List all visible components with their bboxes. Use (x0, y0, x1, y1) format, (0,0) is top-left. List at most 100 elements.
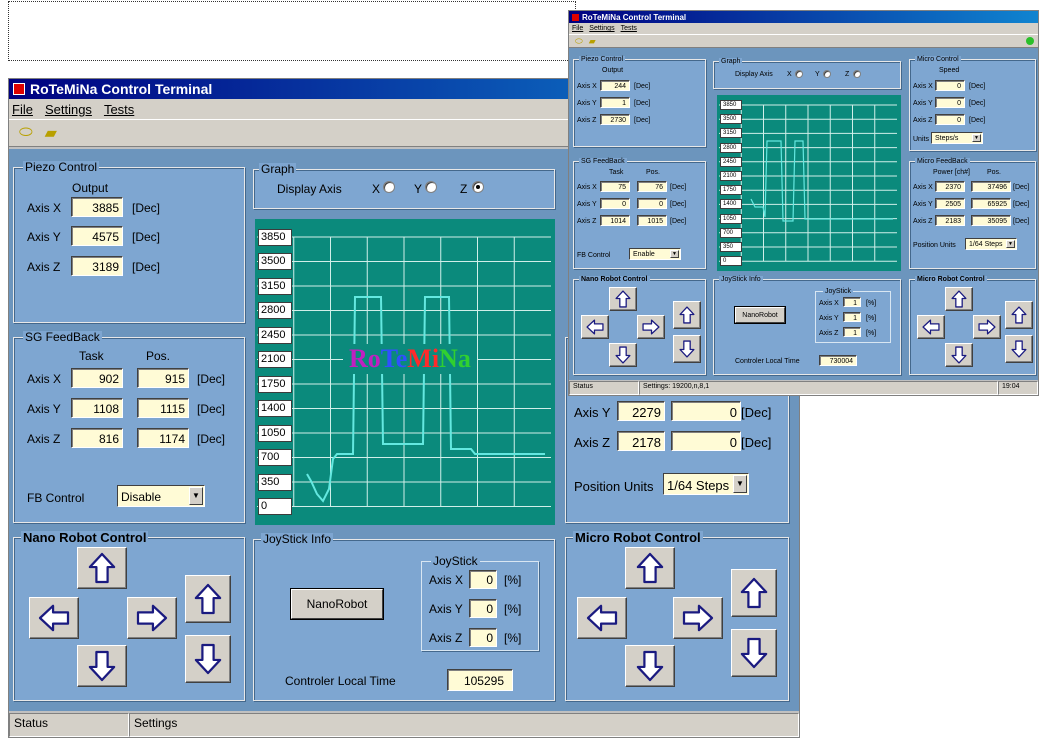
menu-settings[interactable]: Settings (45, 102, 92, 117)
mf-z-power[interactable]: 2178 (617, 431, 665, 451)
mini-mf-z-power[interactable]: 2183 (935, 215, 965, 226)
nano-z-up-button[interactable] (185, 575, 231, 623)
mini-fb-select[interactable]: Enable ▼ (629, 248, 681, 260)
mini-js-z[interactable]: 1 (843, 327, 861, 337)
chevron-down-icon[interactable]: ▼ (733, 475, 747, 493)
sg-x-task[interactable]: 902 (71, 368, 123, 388)
mini-micro-control-legend: Micro Control (915, 56, 961, 63)
mini-menu-settings[interactable]: Settings (589, 25, 614, 32)
mini-titlebar[interactable]: RoTeMiNa Control Terminal (569, 11, 1038, 23)
nanorobot-button[interactable]: NanoRobot (291, 589, 383, 619)
axis-x-radio[interactable] (383, 181, 395, 193)
sg-y-pos[interactable]: 1115 (137, 398, 189, 418)
mini-nano-z-up[interactable] (673, 301, 701, 329)
mini-menu-file[interactable]: File (572, 25, 583, 32)
piezo-y-field[interactable]: 4575 (71, 226, 123, 246)
mf-z-pos[interactable]: 0 (671, 431, 741, 451)
mf-y-power[interactable]: 2279 (617, 401, 665, 421)
chevron-down-icon[interactable]: ▼ (972, 134, 981, 142)
js-x-field[interactable]: 0 (469, 570, 497, 589)
open-icon[interactable]: ⬭ (575, 36, 583, 47)
chevron-down-icon[interactable]: ▼ (670, 250, 679, 258)
mini-piezo-z[interactable]: 2730 (600, 114, 630, 125)
mini-mc-y-label: Axis Y (913, 100, 933, 107)
arrow-right-icon (682, 604, 714, 632)
sg-z-task[interactable]: 816 (71, 428, 123, 448)
mini-nano-left[interactable] (581, 315, 609, 339)
js-y-field[interactable]: 0 (469, 599, 497, 618)
mini-js-x[interactable]: 1 (843, 297, 861, 307)
mini-nano-z-down[interactable] (673, 335, 701, 363)
mini-mf-y-power[interactable]: 2505 (935, 198, 965, 209)
mini-units-select[interactable]: Steps/s ▼ (931, 132, 983, 144)
mini-micro-left[interactable] (917, 315, 945, 339)
nano-up-button[interactable] (77, 547, 127, 589)
y-tick-label: 1750 (720, 185, 742, 196)
local-time-field[interactable]: 105295 (447, 669, 513, 691)
chevron-down-icon[interactable]: ▼ (189, 487, 203, 505)
nano-z-down-button[interactable] (185, 635, 231, 683)
axis-y-radio[interactable] (425, 181, 437, 193)
piezo-x-field[interactable]: 3885 (71, 197, 123, 217)
micro-down-button[interactable] (625, 645, 675, 687)
mini-time-field[interactable]: 730004 (819, 355, 857, 366)
mini-nanorobot-button[interactable]: NanoRobot (735, 307, 785, 323)
mini-nano-right[interactable] (637, 315, 665, 339)
mini-sg-z-task[interactable]: 1014 (600, 215, 630, 226)
mini-micro-z-up[interactable] (1005, 301, 1033, 329)
mini-piezo-y[interactable]: 1 (600, 97, 630, 108)
axis-z-radio[interactable] (472, 181, 484, 193)
mini-mf-z-pos[interactable]: 35095 (971, 215, 1011, 226)
menu-file[interactable]: File (12, 102, 33, 117)
open-icon[interactable]: ⬭ (19, 124, 33, 142)
position-units-select[interactable]: 1/64 Steps ▼ (663, 473, 749, 495)
sg-x-pos[interactable]: 915 (137, 368, 189, 388)
js-x-unit: [%] (504, 573, 522, 587)
mini-nano-down[interactable] (609, 343, 637, 367)
mini-sg-y-pos[interactable]: 0 (637, 198, 667, 209)
mini-mc-x-unit: [Dec] (969, 83, 986, 90)
mini-micro-z-down[interactable] (1005, 335, 1033, 363)
graph-legend: Graph (259, 162, 297, 176)
mini-sg-x-pos[interactable]: 76 (637, 181, 667, 192)
nano-down-button[interactable] (77, 645, 127, 687)
mini-menu-tests[interactable]: Tests (621, 25, 637, 32)
mini-piezo-x[interactable]: 244 (600, 80, 630, 91)
sg-z-pos[interactable]: 1174 (137, 428, 189, 448)
mini-sg-x-task[interactable]: 75 (600, 181, 630, 192)
mini-sg-y-task[interactable]: 0 (600, 198, 630, 209)
mini-mf-x-pos[interactable]: 37496 (971, 181, 1011, 192)
fb-control-select[interactable]: Disable ▼ (117, 485, 205, 507)
mini-micro-up[interactable] (945, 287, 973, 311)
mf-y-pos[interactable]: 0 (671, 401, 741, 421)
mini-mf-y-pos[interactable]: 65925 (971, 198, 1011, 209)
micro-up-button[interactable] (625, 547, 675, 589)
js-z-field[interactable]: 0 (469, 628, 497, 647)
chevron-down-icon[interactable]: ▼ (1006, 240, 1015, 248)
micro-z-up-button[interactable] (731, 569, 777, 617)
sg-y-task[interactable]: 1108 (71, 398, 123, 418)
mini-sg-z-pos[interactable]: 1015 (637, 215, 667, 226)
tool-icon[interactable]: ▰ (45, 123, 57, 143)
mini-nano-up[interactable] (609, 287, 637, 311)
nano-left-button[interactable] (29, 597, 79, 639)
mini-mf-x-power[interactable]: 2370 (935, 181, 965, 192)
mini-pos-units-select[interactable]: 1/64 Steps ▼ (965, 238, 1017, 250)
nano-right-button[interactable] (127, 597, 177, 639)
mini-axis-y-radio[interactable] (823, 70, 831, 78)
mini-mc-x[interactable]: 0 (935, 80, 965, 91)
piezo-z-field[interactable]: 3189 (71, 256, 123, 276)
mini-mc-z[interactable]: 0 (935, 114, 965, 125)
micro-left-button[interactable] (577, 597, 627, 639)
micro-right-button[interactable] (673, 597, 723, 639)
mini-micro-down[interactable] (945, 343, 973, 367)
tool-icon[interactable]: ▰ (589, 36, 596, 47)
micro-z-down-button[interactable] (731, 629, 777, 677)
mini-micro-right[interactable] (973, 315, 1001, 339)
mini-axis-z-radio[interactable] (853, 70, 861, 78)
mini-mc-y[interactable]: 0 (935, 97, 965, 108)
mini-axis-x-radio[interactable] (795, 70, 803, 78)
mini-toolbar: ⬭ ▰ (569, 34, 1038, 48)
mini-js-y[interactable]: 1 (843, 312, 861, 322)
menu-tests[interactable]: Tests (104, 102, 134, 117)
